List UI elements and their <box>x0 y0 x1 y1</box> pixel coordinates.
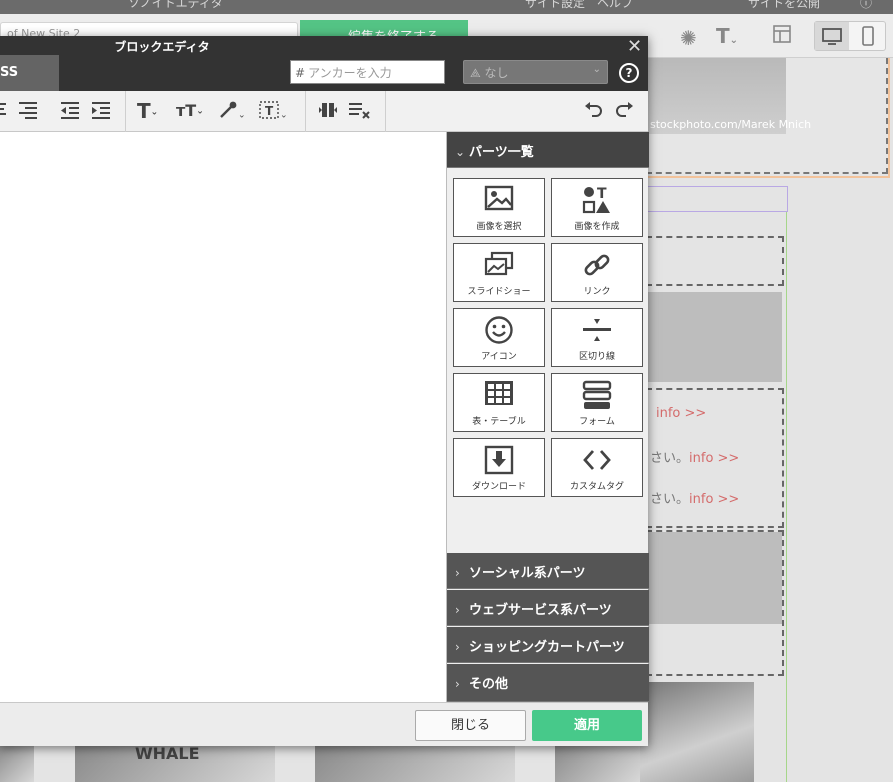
info-link[interactable]: info >> <box>656 406 706 421</box>
canvas-photo[interactable] <box>555 744 640 782</box>
editor-canvas[interactable] <box>0 132 446 702</box>
photo-text: WHALE <box>135 744 200 763</box>
info-link[interactable]: info >> <box>689 492 739 507</box>
color-picker-icon[interactable]: ⌄ <box>218 100 246 122</box>
undo-icon[interactable] <box>584 100 604 122</box>
part-divider[interactable]: 区切り線 <box>551 308 643 367</box>
block-editor-dialog: ブロックエディタ ✕ SS # アンカーを入力 ⟁ なし ⌄ ? T⌄ ᴛT⌄ ⌄ … <box>0 36 649 746</box>
canvas-block[interactable] <box>646 530 784 676</box>
font-size-icon[interactable]: T⌄ <box>137 100 158 122</box>
form-icon <box>582 380 612 409</box>
device-switcher <box>814 21 886 51</box>
category-shopping-cart[interactable]: › ショッピングカートパーツ <box>447 627 649 663</box>
dialog-header: ブロックエディタ ✕ SS # アンカーを入力 ⟁ なし ⌄ ? <box>0 36 648 91</box>
app-title: ソノイトエディタ <box>128 0 223 10</box>
part-link[interactable]: リンク <box>551 243 643 302</box>
part-download[interactable]: ダウンロード <box>453 438 545 497</box>
canvas-photo[interactable] <box>315 744 515 782</box>
canvas-image-placeholder[interactable] <box>646 292 782 382</box>
selected-block-outline[interactable] <box>646 186 788 212</box>
chevron-right-icon: › <box>455 640 460 654</box>
anchor-input[interactable]: # アンカーを入力 <box>290 60 445 84</box>
text-frame-icon[interactable]: T ⌄ <box>258 100 288 122</box>
outdent-icon[interactable] <box>60 100 80 122</box>
indent-icon[interactable] <box>91 100 111 122</box>
mobile-view-button[interactable] <box>851 22 885 50</box>
align-center-icon[interactable] <box>0 100 8 122</box>
toolbar-divider <box>385 91 386 132</box>
toolbar-divider <box>305 91 306 132</box>
line-height-icon[interactable]: ᴛT⌄ <box>176 100 204 122</box>
font-tool-icon[interactable]: T⌄ <box>716 24 738 48</box>
settings-gear-icon[interactable]: ✺ <box>680 26 697 50</box>
table-icon <box>485 381 513 405</box>
shapes-icon: T <box>582 186 610 214</box>
close-icon[interactable]: ✕ <box>627 38 642 56</box>
clear-format-icon[interactable] <box>348 100 372 122</box>
info-link[interactable]: info >> <box>689 451 739 466</box>
help-icon[interactable]: ? <box>619 63 639 83</box>
code-icon <box>583 450 611 470</box>
canvas-photo[interactable]: WHALE <box>75 744 275 782</box>
info-icon[interactable]: ⓘ <box>860 0 872 11</box>
svg-text:T: T <box>265 104 274 118</box>
category-social[interactable]: › ソーシャル系パーツ <box>447 553 649 589</box>
chevron-down-icon: ⌄ <box>455 145 466 159</box>
category-web-services[interactable]: › ウェブサービス系パーツ <box>447 590 649 626</box>
link-icon <box>584 254 610 276</box>
canvas-guide-line <box>786 212 787 782</box>
chevron-right-icon: › <box>455 677 460 691</box>
editor-toolbar: T⌄ ᴛT⌄ ⌄ T ⌄ <box>0 91 648 132</box>
dialog-footer: 閉じる 適用 <box>0 702 648 746</box>
publish-site-link[interactable]: サイトを公開 <box>748 0 820 11</box>
info-row: さい。info >> <box>650 492 740 507</box>
smiley-icon <box>485 316 513 344</box>
chevron-right-icon: › <box>455 566 460 580</box>
chevron-right-icon: › <box>455 603 460 617</box>
triangle-icon: ⟁ <box>470 66 481 80</box>
category-other[interactable]: › その他 <box>447 664 649 702</box>
part-icon[interactable]: アイコン <box>453 308 545 367</box>
download-icon <box>484 445 514 475</box>
svg-text:T: T <box>597 186 607 202</box>
image-icon <box>484 185 514 211</box>
info-row: さい。info >> <box>650 451 740 466</box>
style-select[interactable]: ⟁ なし ⌄ <box>463 60 608 84</box>
close-button[interactable]: 閉じる <box>415 710 526 741</box>
part-select-image[interactable]: 画像を選択 <box>453 178 545 237</box>
desktop-view-button[interactable] <box>815 22 849 50</box>
align-right-icon[interactable] <box>18 100 38 122</box>
part-custom-tag[interactable]: カスタムタグ <box>551 438 643 497</box>
info-row: info >> <box>656 406 706 421</box>
toolbar-divider <box>125 91 126 132</box>
canvas-border <box>646 176 890 178</box>
photo-credit: stockphoto.com/Marek Mnich <box>650 118 812 131</box>
canvas-photo[interactable] <box>640 682 754 782</box>
canvas-border <box>888 58 890 178</box>
site-settings-menu[interactable]: サイト設定 ヘルプ <box>525 0 633 11</box>
part-create-image[interactable]: T 画像を作成 <box>551 178 643 237</box>
canvas-block[interactable] <box>646 236 784 286</box>
part-slideshow[interactable]: スライドショー <box>453 243 545 302</box>
app-top-bar: ソノイトエディタ サイト設定 ヘルプ サイトを公開 ⓘ <box>0 0 893 14</box>
part-table[interactable]: 表・テーブル <box>453 373 545 432</box>
layout-icon[interactable] <box>772 24 792 49</box>
slideshow-icon <box>484 251 514 276</box>
canvas-header-block[interactable]: stockphoto.com/Marek Mnich <box>646 58 888 174</box>
apply-button[interactable]: 適用 <box>532 710 642 741</box>
hash-icon: # <box>295 66 306 80</box>
divider-icon <box>583 319 611 341</box>
tab-css[interactable]: SS <box>0 55 59 91</box>
insert-block-icon[interactable] <box>318 100 338 122</box>
redo-icon[interactable] <box>614 100 634 122</box>
parts-panel: ⌄ パーツ一覧 画像を選択 T 画像を作成 スライドショー リンク アイコン 区切… <box>446 132 649 702</box>
dialog-title: ブロックエディタ <box>114 40 210 54</box>
part-form[interactable]: フォーム <box>551 373 643 432</box>
chevron-down-icon: ⌄ <box>592 64 601 75</box>
canvas-photo[interactable] <box>0 744 34 782</box>
parts-panel-header[interactable]: ⌄ パーツ一覧 <box>447 132 649 168</box>
